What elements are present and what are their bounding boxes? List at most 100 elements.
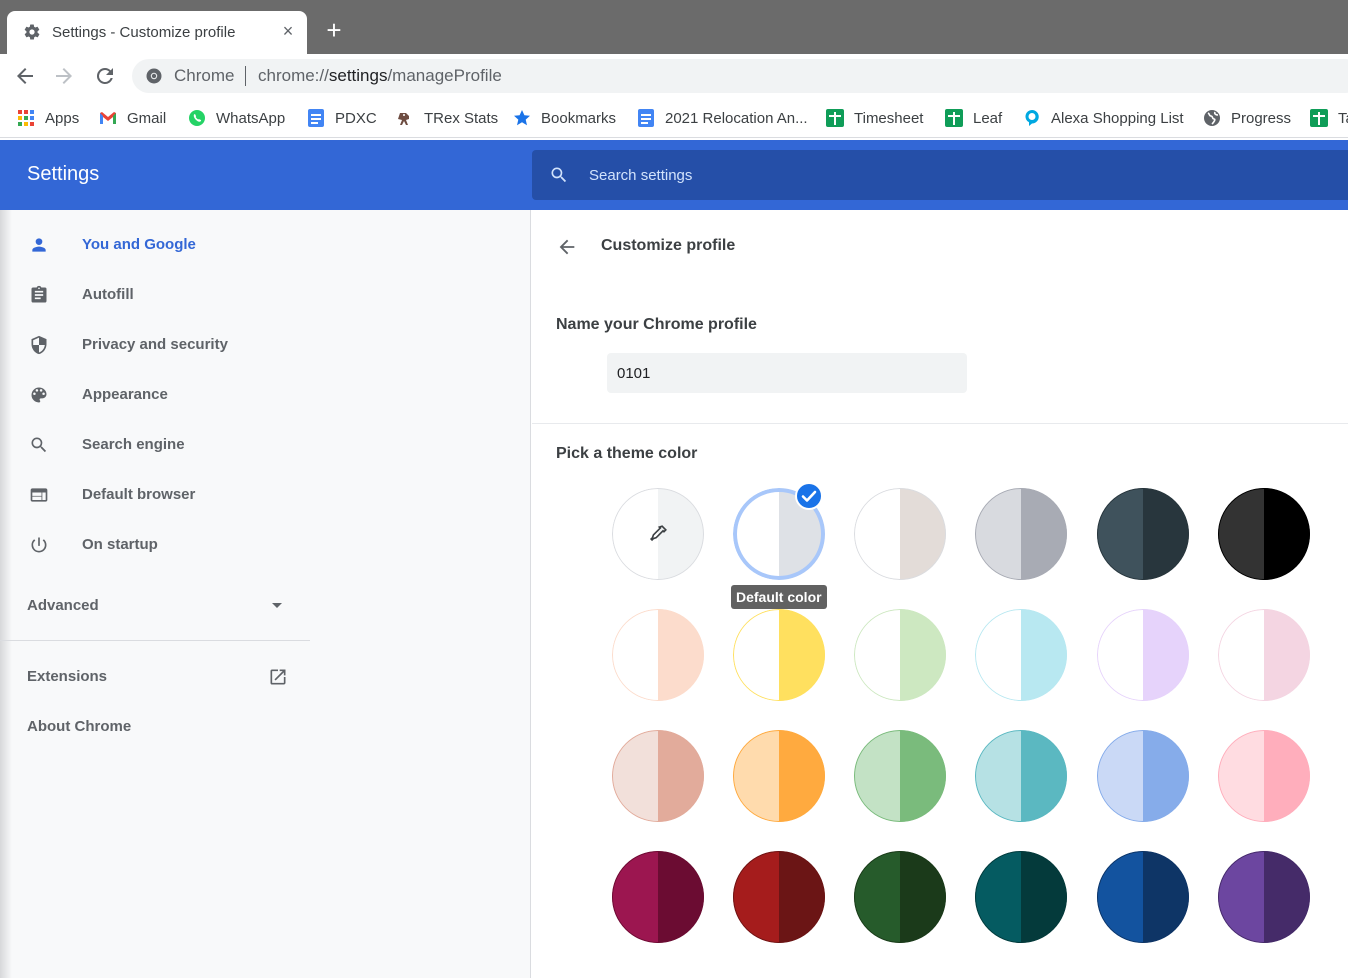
swatch-tooltip: Default color [731, 585, 827, 609]
profile-name-label: Name your Chrome profile [556, 316, 757, 333]
bookmark-trex-stats[interactable]: TRex Stats [396, 107, 498, 129]
swatch-border [975, 730, 1067, 822]
bookmark-timesheet[interactable]: Timesheet [826, 107, 923, 129]
sidebar-item-label: Autofill [82, 286, 134, 303]
clipboard-icon [31, 285, 47, 303]
sidebar-item-label: Privacy and security [82, 336, 228, 353]
theme-swatch-light-blue[interactable] [1097, 730, 1189, 822]
bookmark-progress[interactable]: Progress [1203, 107, 1291, 129]
profile-name-input[interactable] [607, 353, 967, 393]
swatch-border [854, 851, 946, 943]
browser-toolbar: Chrome chrome://settings/manageProfile [0, 54, 1348, 98]
theme-swatch-beige-white[interactable] [612, 609, 704, 701]
theme-swatch-light-green[interactable] [854, 730, 946, 822]
sidebar-item-you-and-google[interactable]: You and Google [0, 220, 310, 270]
google-docs-icon [638, 109, 654, 127]
swatch-border [854, 488, 946, 580]
browser-tab-settings[interactable]: Settings - Customize profile × [7, 11, 307, 54]
sidebar-item-autofill[interactable]: Autofill [0, 270, 310, 320]
person-icon [32, 238, 46, 252]
search-settings-input[interactable] [589, 150, 1289, 200]
bookmark-bookmarks[interactable]: Bookmarks [513, 107, 616, 129]
theme-swatch-light-pink[interactable] [1218, 730, 1310, 822]
theme-swatch-dark-blue[interactable] [1097, 851, 1189, 943]
bookmark-label: Ta [1338, 109, 1348, 127]
theme-swatch-custom-color-picker[interactable] [612, 488, 704, 580]
sidebar-item-search-engine[interactable]: Search engine [0, 420, 310, 470]
bookmarks-bar: Apps Gmail WhatsApp PDXC TRex Stats Book… [0, 98, 1348, 138]
theme-swatch-purple[interactable] [1218, 851, 1310, 943]
theme-swatch-light-purple-white[interactable] [1097, 609, 1189, 701]
new-tab-button[interactable]: + [322, 17, 346, 43]
theme-swatch-warm-grey[interactable] [854, 488, 946, 580]
bookmark-gmail[interactable]: Gmail [99, 107, 166, 129]
swatch-border [733, 851, 825, 943]
swatch-border [975, 851, 1067, 943]
close-tab-icon[interactable]: × [277, 20, 299, 42]
bookmark-ta[interactable]: Ta [1310, 107, 1348, 129]
bookmark-label: TRex Stats [424, 109, 499, 127]
swatch-border [612, 851, 704, 943]
apps-grid-icon [18, 110, 34, 126]
theme-swatch-dark-pink-red[interactable] [612, 851, 704, 943]
url-scheme: chrome:// [258, 66, 329, 85]
bookmark-pdxc[interactable]: PDXC [307, 107, 377, 129]
sidebar-item-extensions[interactable]: Extensions [0, 651, 310, 701]
url-text[interactable]: chrome://settings/manageProfile [258, 66, 502, 86]
address-bar[interactable]: Chrome chrome://settings/manageProfile [132, 59, 1348, 93]
back-arrow-icon[interactable] [556, 236, 578, 258]
sidebar-item-default-browser[interactable]: Default browser [0, 470, 310, 520]
swatch-border [733, 730, 825, 822]
swatch-border [1218, 609, 1310, 701]
omnibox-separator [245, 66, 246, 86]
theme-swatch-cool-grey[interactable] [975, 488, 1067, 580]
bookmark-label: Timesheet [854, 109, 924, 127]
advanced-label: Advanced [27, 597, 99, 614]
theme-swatch-black[interactable] [1218, 488, 1310, 580]
bookmark-apps[interactable]: Apps [17, 107, 79, 129]
theme-swatch-midnight-blue[interactable] [1097, 488, 1189, 580]
gear-icon [24, 24, 40, 40]
bookmark-2021-relocation[interactable]: 2021 Relocation An... [637, 107, 808, 129]
bookmark-label: Bookmarks [541, 109, 617, 127]
theme-swatch-orange[interactable] [733, 730, 825, 822]
sidebar-item-label: Appearance [82, 386, 168, 403]
forward-arrow-icon[interactable] [52, 64, 76, 88]
search-settings-box[interactable] [532, 150, 1348, 200]
sidebar-item-label: Search engine [82, 436, 185, 453]
theme-swatch-pink-white[interactable] [1218, 609, 1310, 701]
sidebar-item-label: On startup [82, 536, 158, 553]
theme-color-label: Pick a theme color [556, 445, 698, 462]
bookmark-label: PDXC [335, 109, 377, 127]
back-arrow-icon[interactable] [13, 64, 37, 88]
sidebar-item-on-startup[interactable]: On startup [0, 520, 310, 570]
reload-icon[interactable] [93, 64, 117, 88]
tab-strip: Settings - Customize profile × + [0, 0, 1348, 54]
sidebar-item-appearance[interactable]: Appearance [0, 370, 310, 420]
star-icon [514, 110, 530, 126]
swatch-border [1097, 488, 1189, 580]
globe-icon [1204, 110, 1220, 126]
theme-swatch-dark-red-orange[interactable] [733, 851, 825, 943]
theme-swatch-beige[interactable] [612, 730, 704, 822]
theme-swatch-light-teal-white[interactable] [975, 609, 1067, 701]
sidebar-item-about-chrome[interactable]: About Chrome [0, 701, 310, 751]
bookmark-leaf[interactable]: Leaf [945, 107, 1002, 129]
theme-swatch-dark-green[interactable] [854, 851, 946, 943]
swatch-border [1097, 730, 1189, 822]
extensions-label: Extensions [27, 668, 108, 685]
dropdown-caret-icon [272, 603, 282, 608]
theme-swatch-yellow-white[interactable] [733, 609, 825, 701]
tab-title: Settings - Customize profile [52, 24, 236, 41]
theme-swatch-dark-teal[interactable] [975, 851, 1067, 943]
theme-swatch-light-teal[interactable] [975, 730, 1067, 822]
sidebar-advanced-toggle[interactable]: Advanced [0, 580, 310, 630]
site-chip-label: Chrome [174, 66, 235, 85]
bookmark-whatsapp[interactable]: WhatsApp [188, 107, 285, 129]
sidebar-item-privacy-and-security[interactable]: Privacy and security [0, 320, 310, 370]
bookmark-alexa-shopping-list[interactable]: Alexa Shopping List [1023, 107, 1184, 129]
chrome-logo-icon [146, 68, 162, 84]
shield-icon [31, 335, 47, 355]
theme-swatch-green-white[interactable] [854, 609, 946, 701]
google-sheets-icon [1310, 109, 1328, 127]
